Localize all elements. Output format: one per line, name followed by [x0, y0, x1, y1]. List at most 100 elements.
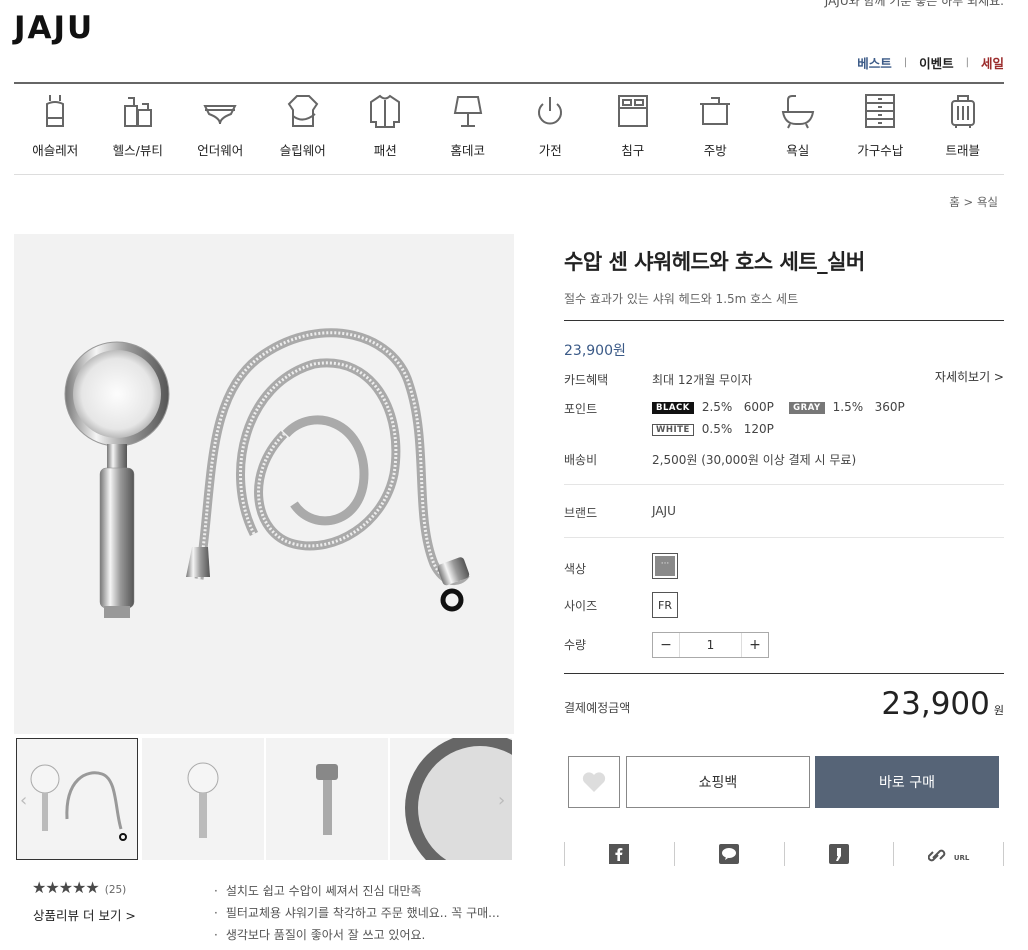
share-kakaotalk[interactable] [673, 842, 784, 866]
category-kitchen[interactable]: 주방 [674, 92, 757, 159]
link-icon [927, 849, 946, 862]
beauty-icon [123, 97, 152, 127]
review-snippet[interactable]: 설치도 쉽고 수압이 쎄져서 진심 대만족 [214, 880, 500, 902]
category-athleisure[interactable]: 애슬레저 [14, 92, 97, 159]
star-rating-icon: ★★★★★ [32, 878, 100, 897]
breadcrumb: 홈 > 욕실 [949, 194, 998, 210]
share-url[interactable]: URL [893, 842, 1004, 866]
brand-value[interactable]: JAJU [652, 504, 676, 518]
detail-link[interactable]: 자세히보기 > [935, 368, 1004, 385]
thumbnail-image [405, 738, 514, 862]
card-benefit-value: 최대 12개월 무이자 [652, 373, 753, 387]
breadcrumb-home[interactable]: 홈 [949, 195, 960, 209]
color-swatch-silver[interactable]: ··· [652, 553, 678, 579]
header-divider [14, 82, 1004, 84]
share-facebook[interactable] [564, 842, 674, 866]
shopping-bag-button[interactable]: 쇼핑백 [626, 756, 810, 808]
share-kakaostory[interactable] [783, 842, 894, 866]
total-label: 결제예정금액 [564, 701, 631, 715]
point-amount: 120P [743, 422, 774, 436]
buy-now-button[interactable]: 바로 구매 [815, 756, 999, 808]
thumbnail-image [30, 764, 127, 841]
qty-minus-button[interactable]: − [653, 633, 679, 657]
category-furniture[interactable]: 가구수납 [839, 92, 922, 159]
review-snippets: 설치도 쉽고 수압이 쎄져서 진심 대만족 필터교체용 샤워기를 착각하고 주문… [214, 880, 500, 946]
nav-best-link[interactable]: 베스트 [857, 53, 892, 72]
point-amount: 360P [874, 400, 905, 414]
nav-event-link[interactable]: 이벤트 [919, 53, 954, 72]
more-reviews-link[interactable]: 상품리뷰 더 보기 > [33, 905, 136, 924]
breadcrumb-current[interactable]: 욕실 [977, 195, 998, 209]
facebook-icon [609, 844, 630, 864]
review-snippet[interactable]: 필터교체용 샤워기를 착각하고 주문 했네요.. 꼭 구매... [214, 902, 500, 924]
divider [564, 673, 1004, 674]
thumbnail-image [316, 764, 338, 835]
size-option-fr[interactable]: FR [652, 592, 678, 618]
breadcrumb-separator: > [963, 195, 974, 209]
qty-plus-button[interactable]: + [742, 633, 768, 657]
category-fashion[interactable]: 패션 [344, 92, 427, 159]
divider [564, 537, 1004, 538]
sleepwear-icon [287, 95, 319, 127]
athleisure-icon [46, 95, 65, 127]
shower-set-image [64, 328, 470, 618]
kakaostory-icon [828, 844, 849, 864]
nav-separator: | [965, 57, 969, 68]
review-rating: ★★★★★ (25) [32, 878, 126, 897]
drawer-icon [865, 94, 896, 128]
category-health-beauty[interactable]: 헬스/뷰티 [97, 92, 180, 159]
white-tier-badge: WHITE [652, 424, 694, 436]
category-appliance[interactable]: 가전 [509, 92, 592, 159]
category-travel[interactable]: 트래블 [922, 92, 1005, 159]
category-label: 주방 [703, 143, 727, 158]
product-title: 수압 센 샤워헤드와 호스 세트_실버 [564, 250, 865, 274]
jaju-logo[interactable]: JAJU [14, 10, 94, 46]
thumbnail-4[interactable] [390, 738, 514, 862]
wishlist-button[interactable] [568, 756, 620, 808]
nav-sale-link[interactable]: 세일 [981, 53, 1004, 72]
card-benefit-label: 카드혜택 [564, 373, 609, 387]
swatch-dots-icon: ··· [655, 556, 675, 576]
product-info-panel: 수압 센 샤워헤드와 호스 세트_실버 절수 효과가 있는 샤워 헤드와 1.5… [564, 234, 1004, 866]
pot-icon [700, 97, 731, 125]
product-main-image[interactable] [14, 234, 514, 734]
category-sleepwear[interactable]: 슬립웨어 [262, 92, 345, 159]
category-label: 애슬레저 [32, 143, 79, 158]
lamp-icon [453, 96, 482, 127]
thumbnail-next-icon[interactable]: › [498, 790, 505, 811]
title-divider [564, 320, 1004, 321]
qty-input[interactable]: 1 [679, 633, 742, 657]
category-underwear[interactable]: 언더웨어 [179, 92, 262, 159]
thumbnail-image [187, 762, 219, 838]
fashion-icon [370, 94, 401, 128]
thumbnail-2[interactable] [142, 738, 264, 860]
category-bath[interactable]: 욕실 [757, 92, 840, 159]
shipping-label: 배송비 [564, 453, 598, 467]
kakaotalk-icon [719, 844, 740, 864]
product-subtitle: 절수 효과가 있는 샤워 헤드와 1.5m 호스 세트 [564, 292, 799, 306]
total-unit: 원 [993, 704, 1004, 717]
luggage-icon [950, 95, 975, 128]
gray-tier-badge: GRAY [789, 402, 825, 414]
share-url-label: URL [953, 854, 970, 862]
quantity-label: 수량 [564, 638, 587, 652]
black-tier-badge: BLACK [652, 402, 694, 414]
category-label: 헬스/뷰티 [112, 143, 163, 158]
category-divider [14, 174, 1004, 175]
brand-label: 브랜드 [564, 506, 598, 520]
underwear-icon [203, 105, 237, 125]
bedding-icon [617, 95, 648, 127]
thumbnail-3[interactable] [266, 738, 388, 860]
point-rate: 0.5% [701, 422, 733, 436]
review-count: (25) [104, 884, 127, 896]
category-home-deco[interactable]: 홈데코 [427, 92, 510, 159]
divider [564, 484, 1004, 485]
points-row-1: BLACK 2.5% 600P GRAY 1.5% 360P [652, 400, 905, 414]
review-snippet[interactable]: 생각보다 품질이 좋아서 잘 쓰고 있어요. [214, 924, 500, 946]
category-bedding[interactable]: 침구 [592, 92, 675, 159]
point-rate: 1.5% [832, 400, 864, 414]
thumbnail-prev-icon[interactable]: ‹ [20, 790, 27, 811]
size-label: 사이즈 [564, 599, 598, 613]
category-nav: 애슬레저 헬스/뷰티 언더웨어 슬립웨어 패션 홈데코 가전 침구 주방 욕실 … [14, 92, 1004, 159]
thumbnail-1[interactable] [16, 738, 138, 860]
